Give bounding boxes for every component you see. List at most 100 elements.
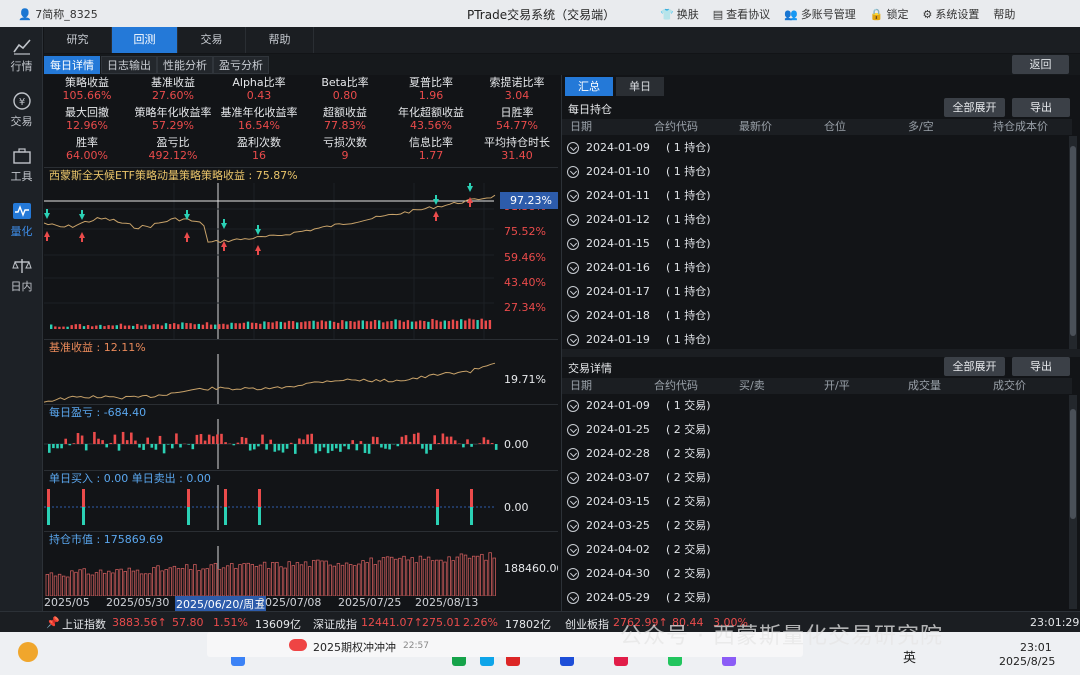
table-row[interactable]: 2024-01-16 ( 1 持仓) [562, 256, 1067, 280]
table-row[interactable]: 2024-04-30 ( 2 交易) [562, 562, 1067, 586]
tab-research[interactable]: 研究 [44, 27, 112, 53]
chevron-down-icon[interactable] [567, 334, 579, 346]
sell-bar [47, 507, 50, 525]
table-row[interactable]: 2024-03-25 ( 2 交易) [562, 514, 1067, 538]
volume-bar [410, 321, 414, 329]
metric-value: 31.40 [501, 149, 533, 162]
multi-account-button[interactable]: 👥 多账号管理 [784, 6, 856, 22]
chevron-down-icon[interactable] [567, 568, 579, 580]
strategy-chart[interactable]: 91.38%75.52%59.46%43.40%27.34%97.23% [44, 183, 558, 339]
agreement-button[interactable]: ▤ 查看协议 [713, 6, 770, 22]
sidebar-item-intraday[interactable]: 日内 [0, 250, 43, 300]
sidebar-item-market[interactable]: 行情 [0, 30, 43, 80]
table-row[interactable]: 2024-01-09 ( 1 持仓) [562, 136, 1067, 160]
holdings-bar [463, 554, 468, 596]
holdings-bar [90, 574, 95, 596]
holdings-chart[interactable]: 188460.00 [44, 546, 558, 596]
pin-icon[interactable]: 📌 [46, 616, 60, 629]
table-row[interactable]: 2024-01-10 ( 1 持仓) [562, 160, 1067, 184]
chevron-down-icon[interactable] [567, 190, 579, 202]
holdings-bar [193, 564, 197, 596]
export-positions-button[interactable]: 导出 [1012, 98, 1070, 117]
chevron-down-icon[interactable] [567, 166, 579, 178]
tab-performance[interactable]: 性能分析 [157, 56, 213, 74]
table-row[interactable]: 2024-01-15 ( 1 持仓) [562, 232, 1067, 256]
trades-scrollbar[interactable] [1069, 395, 1077, 609]
tab-daily-detail[interactable]: 每日详情 [44, 56, 100, 74]
holdings-bar [234, 568, 238, 596]
back-button[interactable]: 返回 [1012, 55, 1069, 74]
chevron-down-icon[interactable] [567, 286, 579, 298]
benchmark-chart[interactable]: 19.71% [44, 354, 558, 404]
positions-scrollbar[interactable] [1069, 136, 1077, 349]
table-row[interactable]: 2024-03-15 ( 2 交易) [562, 490, 1067, 514]
holdings-bar [250, 564, 254, 596]
sidebar-item-tools[interactable]: 工具 [0, 140, 43, 190]
tab-summary[interactable]: 汇总 [565, 77, 613, 96]
table-row[interactable]: 2024-01-11 ( 1 持仓) [562, 184, 1067, 208]
help-button[interactable]: 帮助 [993, 6, 1015, 22]
chevron-down-icon[interactable] [567, 472, 579, 484]
pnl-bar [212, 436, 215, 444]
row-date: 2024-01-11 [586, 189, 650, 202]
sidebar-item-trade[interactable]: ¥ 交易 [0, 85, 43, 135]
expand-all-trades-button[interactable]: 全部展开 [944, 357, 1005, 376]
chevron-down-icon[interactable] [567, 424, 579, 436]
table-row[interactable]: 2024-01-12 ( 1 持仓) [562, 208, 1067, 232]
buy-sell-chart[interactable]: 0.00 [44, 485, 558, 530]
table-row[interactable]: 2024-02-28 ( 2 交易) [562, 442, 1067, 466]
row-count: ( 2 交易) [666, 519, 711, 532]
lock-icon: 🔒 [869, 7, 884, 21]
tab-pnl-analysis[interactable]: 盈亏分析 [213, 56, 269, 74]
holdings-bar [340, 564, 345, 596]
tab-backtest[interactable]: 回测 [112, 27, 178, 53]
expand-all-positions-button[interactable]: 全部展开 [944, 98, 1005, 117]
holdings-bar [324, 560, 328, 596]
x-tick-label: 2025/05 [44, 596, 90, 609]
volume-bar [361, 320, 364, 329]
pnl-bar [449, 436, 453, 444]
tab-single-day[interactable]: 单日 [616, 77, 664, 96]
positions-scroll-thumb[interactable] [1070, 146, 1076, 336]
trades-scroll-thumb[interactable] [1070, 409, 1076, 519]
clock-time[interactable]: 23:01 [1020, 641, 1052, 654]
clock-date[interactable]: 2025/8/25 [999, 655, 1055, 668]
chevron-down-icon[interactable] [567, 520, 579, 532]
chart-icon [12, 39, 31, 55]
chevron-down-icon[interactable] [567, 592, 579, 604]
tab-help[interactable]: 帮助 [246, 27, 314, 53]
holdings-bar [471, 555, 476, 596]
chevron-down-icon[interactable] [567, 262, 579, 274]
table-row[interactable]: 2024-04-02 ( 2 交易) [562, 538, 1067, 562]
tab-log-output[interactable]: 日志输出 [101, 56, 157, 74]
pnl-bar [150, 444, 154, 448]
chevron-down-icon[interactable] [567, 496, 579, 508]
sidebar-item-quant[interactable]: 量化 [0, 195, 43, 245]
settings-button[interactable]: ⚙ 系统设置 [923, 6, 980, 22]
export-trades-button[interactable]: 导出 [1012, 357, 1070, 376]
chevron-down-icon[interactable] [567, 238, 579, 250]
daily-pnl-chart[interactable]: 0.00 [44, 419, 558, 469]
weather-icon[interactable] [18, 642, 38, 662]
skin-button[interactable]: 👕 换肤 [660, 6, 699, 22]
table-row[interactable]: 2024-01-25 ( 2 交易) [562, 418, 1067, 442]
chevron-down-icon[interactable] [567, 448, 579, 460]
table-row[interactable]: 2024-01-09 ( 1 交易) [562, 394, 1067, 418]
splitter[interactable] [562, 349, 1080, 357]
chevron-down-icon[interactable] [567, 142, 579, 154]
table-row[interactable]: 2024-01-18 ( 1 持仓) [562, 304, 1067, 328]
chevron-down-icon[interactable] [567, 214, 579, 226]
chevron-down-icon[interactable] [567, 400, 579, 412]
lock-button[interactable]: 🔒 锁定 [870, 6, 909, 22]
chevron-down-icon[interactable] [567, 544, 579, 556]
pnl-bar [257, 444, 260, 447]
tab-trade[interactable]: 交易 [178, 27, 246, 53]
sz-index-pct: 2.26% [463, 616, 498, 629]
chevron-down-icon[interactable] [567, 310, 579, 322]
table-row[interactable]: 2024-03-07 ( 2 交易) [562, 466, 1067, 490]
table-row[interactable]: 2024-01-17 ( 1 持仓) [562, 280, 1067, 304]
sh-index-value: 3883.56↑ [112, 616, 167, 629]
user-account[interactable]: 👤 7简称_8325 [18, 6, 98, 22]
y-tick-label: 0.00 [504, 438, 529, 451]
table-row[interactable]: 2024-05-29 ( 2 交易) [562, 586, 1067, 610]
